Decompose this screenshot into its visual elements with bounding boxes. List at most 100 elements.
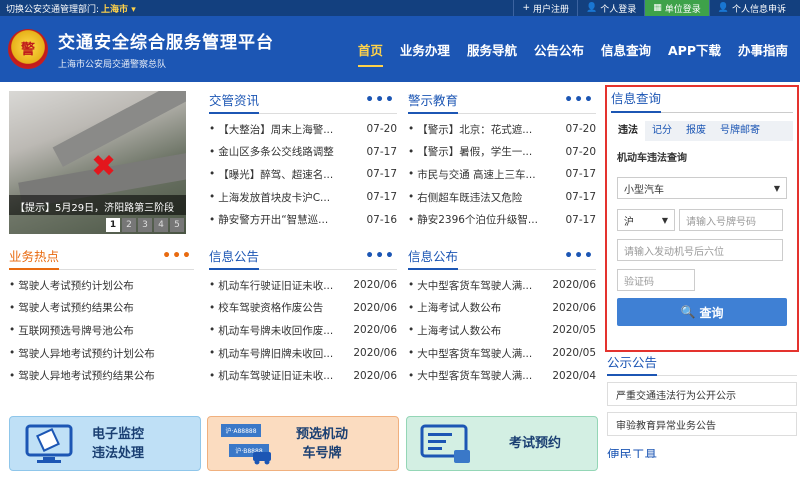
list-item[interactable]: • 驾驶人考试预约结果公布	[9, 297, 194, 320]
hot-topics-title[interactable]: 业务热点	[9, 246, 60, 270]
monitor-icon	[20, 423, 78, 465]
list-item[interactable]: • 右侧超车既违法又危险 07-17	[408, 186, 596, 209]
bullet-icon: •	[408, 145, 415, 158]
public-notice-item[interactable]: 严重交通违法行为公开公示	[607, 382, 797, 406]
register-link[interactable]: + 用户注册	[513, 0, 577, 16]
user-icon: 👤	[586, 3, 598, 13]
list-item[interactable]: • 驾驶人考试预约计划公布	[9, 274, 194, 297]
news-carousel[interactable]: ✖ 【提示】5月29日，济阳路第三阶段 1 2 3 4 5	[9, 91, 186, 234]
list-item-date: 2020/06	[353, 324, 397, 337]
bullet-icon: •	[209, 279, 216, 292]
list-item-text: 互联网预选号牌号池公布	[18, 324, 134, 337]
captcha-input[interactable]: 验证码	[617, 269, 695, 291]
appeal-link[interactable]: 👤 个人信息申诉	[708, 0, 794, 16]
announcement-list: • 机动车行驶证旧证未收... 2020/06 • 校车驾驶资格作废公告 2020/06 •…	[209, 274, 397, 387]
police-emblem-logo[interactable]: 警	[8, 29, 48, 69]
convenience-tools-title[interactable]: 便民工具	[607, 447, 657, 458]
list-item-date: 2020/05	[552, 324, 596, 337]
company-login-link[interactable]: ▦ 单位登录	[644, 0, 709, 16]
search-icon: 🔍	[680, 305, 696, 319]
plate-number-input[interactable]: 请输入号牌号码	[679, 209, 783, 231]
cross-mark-icon: ✖	[91, 149, 117, 184]
announcement-panel-title[interactable]: 信息公告	[209, 246, 260, 270]
list-item[interactable]: • 金山区多条公交线路调整 07-17	[209, 141, 397, 164]
list-item-text: 校车驾驶资格作废公告	[218, 302, 324, 315]
list-item[interactable]: • 【大整治】周末上海警... 07-20	[209, 118, 397, 141]
list-item[interactable]: • 机动车号牌未收回作废... 2020/06	[209, 319, 397, 342]
plate-prefix-select[interactable]: 沪 ▼	[617, 209, 675, 231]
nav-app-download[interactable]: APP下载	[668, 34, 721, 65]
carousel-caption[interactable]: 【提示】5月29日，济阳路第三阶段	[9, 195, 186, 215]
list-item-text: 机动车驾驶证旧证未收...	[218, 370, 334, 383]
nav-announcements[interactable]: 公告公布	[534, 34, 584, 65]
list-item-text: 机动车号牌未收回作废...	[218, 324, 334, 337]
nav-info-query[interactable]: 信息查询	[601, 34, 651, 65]
list-item[interactable]: • 驾驶人异地考试预约结果公布	[9, 364, 194, 387]
nav-business[interactable]: 业务办理	[400, 34, 450, 65]
list-item[interactable]: • 上海发放首块皮卡沪C... 07-17	[209, 186, 397, 209]
tab-plate-mail[interactable]: 号牌邮寄	[713, 121, 767, 141]
warning-panel-title[interactable]: 警示教育	[408, 90, 459, 114]
list-item[interactable]: • 静安2396个泊位升级智... 07-17	[408, 208, 596, 231]
personal-login-link[interactable]: 👤 个人登录	[577, 0, 644, 16]
carousel-page[interactable]: 5	[170, 218, 184, 232]
carousel-page[interactable]: 2	[122, 218, 136, 232]
publication-panel-title[interactable]: 信息公布	[408, 246, 459, 270]
list-item[interactable]: • 机动车行驶证旧证未收... 2020/06	[209, 274, 397, 297]
vehicle-type-select[interactable]: 小型汽车 ▼	[617, 177, 787, 199]
list-item[interactable]: • 驾驶人异地考试预约计划公布	[9, 342, 194, 365]
bullet-icon: •	[209, 213, 216, 226]
public-notice-title[interactable]: 公示公告	[607, 352, 658, 376]
list-item[interactable]: • 大中型客货车驾驶人满... 2020/05	[408, 342, 596, 365]
list-item[interactable]: • 机动车号牌旧牌未收回... 2020/06	[209, 342, 397, 365]
carousel-page[interactable]: 3	[138, 218, 152, 232]
list-item[interactable]: • 校车驾驶资格作废公告 2020/06	[209, 297, 397, 320]
bullet-icon: •	[408, 279, 415, 292]
list-item-date: 2020/04	[552, 369, 596, 382]
list-item-date: 07-20	[366, 123, 397, 136]
list-item[interactable]: • 静安警方开出“智慧巡... 07-16	[209, 208, 397, 231]
news-panel-title[interactable]: 交管资讯	[209, 90, 260, 114]
list-item[interactable]: • 市民与交通 高速上三车... 07-17	[408, 163, 596, 186]
bullet-icon: •	[209, 168, 216, 181]
carousel-page[interactable]: 4	[154, 218, 168, 232]
exam-booking-button[interactable]: 考试预约	[406, 416, 598, 471]
nav-home[interactable]: 首页	[357, 34, 383, 67]
list-item[interactable]: • 机动车驾驶证旧证未收... 2020/06	[209, 364, 397, 387]
list-item-date: 07-17	[366, 191, 397, 204]
tab-points[interactable]: 记分	[645, 121, 679, 141]
site-subtitle: 上海市公安局交通警察总队	[58, 60, 167, 70]
city-select[interactable]: 上海市 ▾	[101, 2, 136, 15]
list-item[interactable]: • 互联网预选号牌号池公布	[9, 319, 194, 342]
list-item[interactable]: • 大中型客货车驾驶人满... 2020/04	[408, 364, 596, 387]
tab-scrap[interactable]: 报废	[679, 121, 713, 141]
more-icon[interactable]: •••	[564, 92, 594, 108]
list-item[interactable]: • 上海考试人数公布 2020/05	[408, 319, 596, 342]
more-icon[interactable]: •••	[365, 248, 395, 264]
list-item-text: 驾驶人异地考试预约结果公布	[18, 370, 155, 383]
list-item[interactable]: • 【警示】暑假，学生一... 07-20	[408, 141, 596, 164]
nav-guide[interactable]: 办事指南	[738, 34, 788, 65]
list-item[interactable]: • 大中型客货车驾驶人满... 2020/06	[408, 274, 596, 297]
list-item-text: 上海考试人数公布	[417, 324, 502, 337]
more-icon[interactable]: •••	[365, 92, 395, 108]
bullet-icon: •	[408, 168, 415, 181]
nav-service-guide[interactable]: 服务导航	[467, 34, 517, 65]
exam-label: 考试预约	[509, 436, 562, 451]
bullet-icon: •	[408, 301, 415, 314]
monitor-violation-button[interactable]: 电子监控 违法处理	[9, 416, 201, 471]
public-notice-item[interactable]: 审验教育异常业务公告	[607, 412, 797, 436]
list-item[interactable]: • 【警示】北京：花式遮... 07-20	[408, 118, 596, 141]
tab-violation[interactable]: 违法	[611, 121, 645, 141]
engine-number-input[interactable]: 请输入发动机号后六位	[617, 239, 783, 261]
query-button[interactable]: 🔍 查询	[617, 298, 787, 326]
plate-preselect-button[interactable]: 沪·A88888 沪·B8888 预选机动 车号牌	[207, 416, 399, 471]
more-icon[interactable]: •••	[564, 248, 594, 264]
list-item[interactable]: • 【曝光】醉驾、超速名... 07-17	[209, 163, 397, 186]
more-icon[interactable]: •••	[162, 248, 192, 264]
list-item-date: 2020/06	[552, 301, 596, 314]
list-item[interactable]: • 上海考试人数公布 2020/06	[408, 297, 596, 320]
carousel-page[interactable]: 1	[106, 218, 120, 232]
caret-down-icon: ▼	[773, 183, 780, 193]
list-item-date: 07-17	[565, 213, 596, 226]
